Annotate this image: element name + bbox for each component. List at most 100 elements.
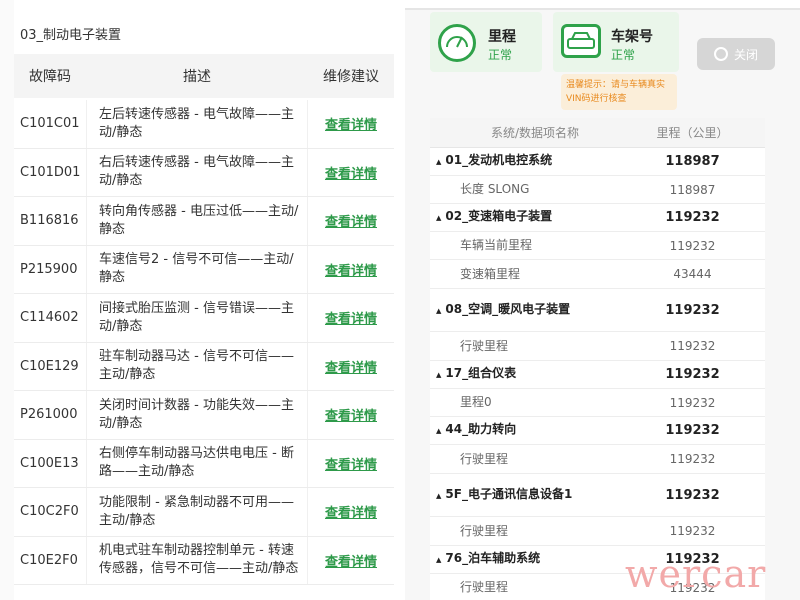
- mileage-label: 里程: [488, 29, 516, 45]
- fault-code: P261000: [20, 407, 78, 423]
- item-name: 变速箱里程: [430, 267, 620, 282]
- item-value: 119232: [665, 367, 720, 382]
- fault-code: C10C2F0: [20, 504, 79, 520]
- view-details-link[interactable]: 查看详情: [308, 357, 394, 376]
- item-name-text: 长度 SLONG: [460, 182, 530, 196]
- item-name-text: 变速箱里程: [460, 266, 521, 281]
- system-group-row[interactable]: ▲ 44_助力转向 119232: [430, 417, 765, 445]
- item-name: 行驶里程: [430, 339, 620, 354]
- fault-desc: 关闭时间计数器 - 功能失效——主动/静态: [86, 391, 308, 439]
- fault-desc: 左后转速传感器 - 电气故障——主动/静态: [86, 100, 308, 148]
- item-name: ▲ 76_泊车辅助系统: [430, 551, 620, 568]
- speedometer-icon: [438, 24, 476, 62]
- header-name: 系统/数据项名称: [490, 126, 580, 140]
- fault-desc: 车速信号2 - 信号不可信——主动/静态: [86, 245, 308, 293]
- item-name: ▲ 5F_电子通讯信息设备1: [430, 487, 620, 504]
- vin-card: 车架号 正常: [553, 12, 679, 72]
- fault-table-header: 故障码 描述 维修建议: [14, 54, 394, 98]
- system-group-row[interactable]: ▲ 08_空调_暖风电子装置 119232: [430, 289, 765, 332]
- vin-car-icon: [561, 24, 601, 58]
- view-details-link[interactable]: 查看详情: [308, 551, 394, 570]
- item-value: 119232: [669, 339, 716, 353]
- close-button-label: 关闭: [733, 47, 758, 62]
- system-group-row[interactable]: ▲ 5F_电子通讯信息设备1 119232: [430, 474, 765, 517]
- item-name: 里程0: [430, 395, 620, 410]
- item-name-text: 01_发动机电控系统: [445, 153, 553, 167]
- view-details-link[interactable]: 查看详情: [308, 502, 394, 521]
- vin-warning: 温馨提示：请与车辆真实VIN码进行核查: [561, 74, 677, 110]
- header-value: 里程（公里）: [656, 126, 729, 140]
- item-value: 118987: [665, 154, 720, 169]
- item-value: 119232: [665, 302, 720, 318]
- vin-status: 正常: [611, 48, 636, 62]
- table-row: P215900 车速信号2 - 信号不可信——主动/静态 查看详情: [14, 245, 394, 294]
- system-group-row[interactable]: ▲ 02_变速箱电子装置 119232: [430, 204, 765, 232]
- table-row: P261000 关闭时间计数器 - 功能失效——主动/静态 查看详情: [14, 391, 394, 440]
- system-group-row[interactable]: ▲ 17_组合仪表 119232: [430, 361, 765, 389]
- expand-arrow-icon: ▲: [436, 491, 442, 500]
- expand-arrow-icon: ▲: [436, 158, 442, 166]
- header-advice: 维修建议: [323, 69, 379, 85]
- item-value: 119232: [669, 524, 716, 538]
- item-name-text: 76_泊车辅助系统: [445, 551, 541, 565]
- item-name-text: 17_组合仪表: [445, 366, 517, 380]
- vin-label: 车架号: [611, 29, 653, 45]
- item-name-text: 44_助力转向: [445, 422, 517, 436]
- view-details-link[interactable]: 查看详情: [308, 308, 394, 327]
- item-name: ▲ 44_助力转向: [430, 422, 620, 439]
- item-name: ▲ 01_发动机电控系统: [430, 153, 620, 170]
- expand-arrow-icon: ▲: [436, 214, 442, 222]
- fault-code: C101C01: [20, 116, 80, 132]
- fault-table-body: C101C01 左后转速传感器 - 电气故障——主动/静态 查看详情 C101D01 右…: [14, 100, 394, 585]
- item-name: ▲ 02_变速箱电子装置: [430, 209, 620, 226]
- mileage-card: 里程 正常: [430, 12, 542, 72]
- item-value: 119232: [665, 487, 720, 503]
- power-icon: [713, 47, 728, 61]
- mileage-table-body: ▲ 01_发动机电控系统 118987 长度 SLONG 118987 ▲ 02_变速箱电子…: [430, 148, 765, 600]
- item-value: 119232: [669, 395, 716, 410]
- item-value: 43444: [673, 267, 712, 281]
- item-name: 行驶里程: [430, 452, 620, 467]
- fault-code-panel: 03_制动电子装置 故障码 描述 维修建议 C101C01 左后转速传感器 - 电…: [0, 0, 400, 600]
- item-name-text: 5F_电子通讯信息设备1: [445, 486, 573, 501]
- watermark-text: wercar: [625, 552, 767, 596]
- table-row: C100E13 右侧停车制动器马达供电电压 - 断路——主动/静态 查看详情: [14, 439, 394, 488]
- mileage-panel: 里程 正常 车架号 正常 温馨提示：请与车辆真实VIN码进行核查 关闭 系统/数…: [405, 8, 800, 600]
- data-item-row: 行驶里程 119232: [430, 445, 765, 474]
- view-details-link[interactable]: 查看详情: [308, 260, 394, 279]
- close-button[interactable]: 关闭: [697, 38, 775, 70]
- item-name: ▲ 08_空调_暖风电子装置: [430, 302, 620, 319]
- item-value: 119232: [669, 238, 716, 253]
- expand-arrow-icon: ▲: [436, 306, 442, 315]
- table-row: C10E2F0 机电式驻车制动器控制单元 - 转速传感器，信号不可信——主动/静态…: [14, 536, 394, 585]
- panel-edge: [0, 0, 14, 600]
- view-details-link[interactable]: 查看详情: [308, 211, 394, 230]
- data-item-row: 长度 SLONG 118987: [430, 176, 765, 204]
- fault-code: C100E13: [20, 455, 79, 471]
- item-name: 车辆当前里程: [430, 238, 620, 253]
- fault-desc: 机电式驻车制动器控制单元 - 转速传感器，信号不可信——主动/静态: [86, 536, 308, 584]
- item-name-text: 02_变速箱电子装置: [445, 209, 553, 223]
- view-details-link[interactable]: 查看详情: [308, 405, 394, 424]
- table-row: C114602 间接式胎压监测 - 信号错误——主动/静态 查看详情: [14, 294, 394, 343]
- item-value: 119232: [665, 210, 720, 225]
- expand-arrow-icon: ▲: [436, 556, 442, 564]
- expand-arrow-icon: ▲: [436, 427, 442, 435]
- data-item-row: 行驶里程 119232: [430, 332, 765, 361]
- fault-code: B116816: [20, 213, 79, 229]
- table-row: C10E129 驻车制动器马达 - 信号不可信——主动/静态 查看详情: [14, 342, 394, 391]
- system-group-row[interactable]: ▲ 01_发动机电控系统 118987: [430, 148, 765, 176]
- table-row: B116816 转向角传感器 - 电压过低——主动/静态 查看详情: [14, 197, 394, 246]
- item-name: 行驶里程: [430, 580, 620, 595]
- item-name-text: 车辆当前里程: [460, 238, 533, 252]
- view-details-link[interactable]: 查看详情: [308, 114, 394, 133]
- mileage-table-header: 系统/数据项名称 里程（公里）: [430, 118, 765, 148]
- item-name-text: 行驶里程: [460, 523, 509, 538]
- table-row: C101D01 右后转速传感器 - 电气故障——主动/静态 查看详情: [14, 148, 394, 197]
- table-row: C10C2F0 功能限制 - 紧急制动器不可用——主动/静态 查看详情: [14, 488, 394, 537]
- view-details-link[interactable]: 查看详情: [308, 163, 394, 182]
- fault-desc: 驻车制动器马达 - 信号不可信——主动/静态: [86, 342, 308, 390]
- view-details-link[interactable]: 查看详情: [308, 454, 394, 473]
- data-item-row: 里程0 119232: [430, 389, 765, 417]
- item-name-text: 行驶里程: [460, 580, 509, 594]
